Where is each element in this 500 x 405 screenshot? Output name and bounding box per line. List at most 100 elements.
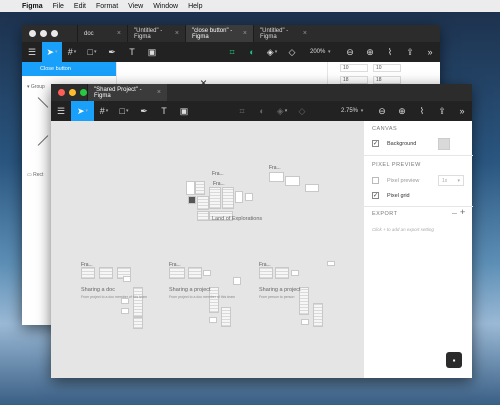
mask-icon[interactable]: ◐: [252, 101, 272, 121]
frame[interactable]: [209, 317, 217, 323]
frame[interactable]: [313, 303, 323, 327]
frame[interactable]: [121, 308, 129, 314]
frame[interactable]: [301, 319, 309, 325]
frame[interactable]: [269, 172, 284, 182]
menu-icon[interactable]: ☰: [22, 42, 42, 62]
menu-file[interactable]: File: [53, 3, 64, 10]
maximize-icon[interactable]: [51, 30, 58, 37]
frame[interactable]: [188, 267, 202, 279]
maximize-icon[interactable]: [80, 89, 87, 96]
x-input[interactable]: 10: [340, 64, 368, 72]
frame[interactable]: [221, 307, 231, 327]
frame[interactable]: [305, 184, 319, 192]
frame[interactable]: [327, 261, 335, 266]
frame[interactable]: [188, 196, 196, 204]
move-tool-icon[interactable]: ➤ ▾: [42, 42, 62, 62]
text-tool-icon[interactable]: T: [154, 101, 174, 121]
zoom-level[interactable]: 200% ▾: [310, 49, 331, 55]
frame[interactable]: [81, 267, 95, 279]
share-icon[interactable]: ⇪: [432, 101, 452, 121]
minimize-icon[interactable]: [69, 89, 76, 96]
image-tool-icon[interactable]: ▣: [142, 42, 162, 62]
style-icon[interactable]: ◇: [292, 101, 312, 121]
zoom-level[interactable]: 2.75% ▾: [341, 108, 363, 114]
style-icon[interactable]: ◇: [282, 42, 302, 62]
background-color-swatch[interactable]: [438, 138, 450, 150]
export-add-button[interactable]: +: [460, 207, 465, 217]
collapse-icon[interactable]: »: [420, 42, 440, 62]
share-icon[interactable]: ⇪: [400, 42, 420, 62]
pen-tool-icon[interactable]: ✒: [102, 42, 122, 62]
apple-icon[interactable]: [7, 2, 16, 11]
tab-untitled-2[interactable]: "Untitled" - Figma ×: [253, 25, 313, 42]
y-input[interactable]: 10: [373, 64, 401, 72]
pixel-grid-checkbox[interactable]: ✓: [372, 192, 379, 199]
frame[interactable]: [197, 196, 209, 210]
close-tab-icon[interactable]: ×: [303, 30, 307, 37]
frame[interactable]: [259, 267, 273, 279]
frame[interactable]: [245, 193, 253, 201]
tab-doc[interactable]: doc ×: [77, 25, 127, 42]
boolean-icon[interactable]: ◈ ▾: [262, 42, 282, 62]
pixel-preview-select[interactable]: 1x ▾: [438, 175, 464, 186]
image-tool-icon[interactable]: ▣: [174, 101, 194, 121]
zoom-out-icon[interactable]: ⊖: [340, 42, 360, 62]
frame[interactable]: [197, 211, 209, 221]
tab-shared-project[interactable]: "Shared Project" - Figma ×: [87, 84, 167, 101]
menu-help[interactable]: Help: [188, 3, 202, 10]
mask-icon[interactable]: ◐: [242, 42, 262, 62]
w-input[interactable]: 18: [340, 76, 368, 84]
tab-untitled-1[interactable]: "Untitled" - Figma ×: [127, 25, 185, 42]
frame[interactable]: [222, 187, 234, 209]
move-tool-icon[interactable]: ➤ ▾: [71, 101, 94, 121]
menu-edit[interactable]: Edit: [74, 3, 86, 10]
menu-format[interactable]: Format: [96, 3, 118, 10]
frame[interactable]: [233, 277, 241, 285]
frame-tool-icon[interactable]: # ▾: [62, 42, 82, 62]
component-icon[interactable]: ⌗: [222, 42, 242, 62]
design-canvas[interactable]: Fra... Fra... Fra... Land of Exploration…: [51, 121, 363, 378]
frame[interactable]: [133, 287, 143, 317]
frame[interactable]: [209, 187, 221, 209]
collapse-icon[interactable]: »: [452, 101, 472, 121]
close-icon[interactable]: [58, 89, 65, 96]
boolean-icon[interactable]: ◈ ▾: [272, 101, 292, 121]
prototype-icon[interactable]: ⌇: [412, 101, 432, 121]
export-minus-icon[interactable]: [452, 213, 457, 214]
component-icon[interactable]: ⌗: [232, 101, 252, 121]
background-checkbox[interactable]: ✓: [372, 140, 379, 147]
menu-icon[interactable]: ☰: [51, 101, 71, 121]
text-tool-icon[interactable]: T: [122, 42, 142, 62]
frame[interactable]: [169, 267, 185, 279]
menu-app[interactable]: Figma: [22, 3, 43, 10]
zoom-in-icon[interactable]: ⊕: [392, 101, 412, 121]
close-icon[interactable]: [29, 30, 36, 37]
menu-view[interactable]: View: [128, 3, 143, 10]
zoom-in-icon[interactable]: ⊕: [360, 42, 380, 62]
close-tab-icon[interactable]: ×: [243, 30, 247, 37]
frame[interactable]: [99, 267, 113, 279]
minimize-icon[interactable]: [40, 30, 47, 37]
prototype-icon[interactable]: ⌇: [380, 42, 400, 62]
close-tab-icon[interactable]: ×: [117, 30, 121, 37]
menu-window[interactable]: Window: [153, 3, 178, 10]
close-tab-icon[interactable]: ×: [157, 89, 161, 96]
frame-tool-icon[interactable]: # ▾: [94, 101, 114, 121]
layer-close-button[interactable]: Close button: [22, 62, 116, 76]
frame[interactable]: [285, 176, 300, 186]
frame[interactable]: [275, 267, 289, 279]
frame[interactable]: [235, 191, 243, 203]
zoom-out-icon[interactable]: ⊖: [372, 101, 392, 121]
help-chat-icon[interactable]: ▪: [446, 352, 462, 368]
h-input[interactable]: 18: [373, 76, 401, 84]
frame[interactable]: [133, 317, 143, 329]
layer-rect[interactable]: ▭ Rect: [27, 172, 43, 178]
pen-tool-icon[interactable]: ✒: [134, 101, 154, 121]
frame[interactable]: [123, 276, 131, 282]
shape-tool-icon[interactable]: □ ▾: [82, 42, 102, 62]
pixel-preview-checkbox[interactable]: [372, 177, 379, 184]
frame[interactable]: [195, 181, 205, 195]
close-tab-icon[interactable]: ×: [175, 30, 179, 37]
frame[interactable]: [186, 181, 195, 195]
frame[interactable]: [203, 270, 211, 276]
